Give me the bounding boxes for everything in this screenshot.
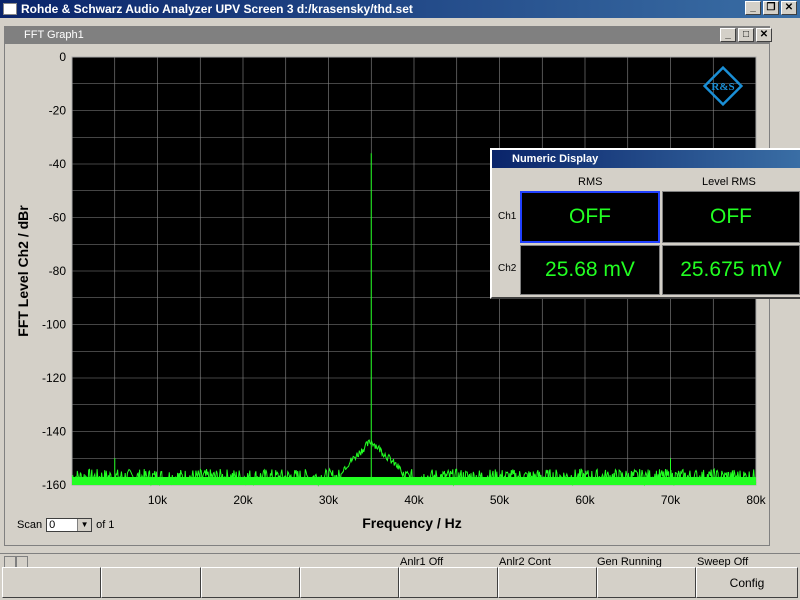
x-tick-label: 30k — [319, 493, 339, 507]
scan-label: Scan — [17, 519, 43, 531]
row-ch2-header: Ch2 — [498, 263, 517, 274]
x-tick-label: 20k — [233, 493, 253, 507]
y-tick-label: -120 — [42, 371, 66, 385]
numeric-display-titlebar: Numeric Display — [492, 150, 800, 168]
softkey-5[interactable] — [399, 567, 498, 598]
scan-of-label: of 1 — [96, 519, 115, 531]
col-level-rms-header: Level RMS — [702, 176, 756, 188]
rs-logo-text: R&S — [711, 81, 734, 93]
x-tick-label: 10k — [148, 493, 168, 507]
y-tick-label: -60 — [49, 211, 67, 225]
ch2-rms-cell[interactable]: 25.68 mV — [520, 245, 660, 295]
ch2-level-rms-cell[interactable]: 25.675 mV — [662, 245, 800, 295]
y-tick-label: -40 — [49, 157, 67, 171]
chevron-down-icon[interactable]: ▼ — [77, 519, 92, 531]
y-tick-label: -140 — [42, 425, 66, 439]
scan-row: Scan 0 ▼ of 1 — [17, 518, 114, 532]
y-tick-label: -100 — [42, 318, 66, 332]
softkey-4[interactable] — [300, 567, 399, 598]
y-tick-label: 0 — [59, 50, 66, 64]
softkey-6[interactable] — [498, 567, 597, 598]
ch1-level-rms-cell[interactable]: OFF — [662, 191, 800, 243]
y-tick-label: -160 — [42, 478, 66, 492]
softkey-1[interactable] — [2, 567, 101, 598]
x-tick-label: 70k — [661, 493, 681, 507]
x-tick-label: 60k — [575, 493, 595, 507]
numeric-display-window: Numeric Display RMS Level RMS Ch1 Ch2 OF… — [490, 148, 800, 299]
softkey-3[interactable] — [201, 567, 300, 598]
ch1-rms-cell[interactable]: OFF — [520, 191, 660, 243]
scan-value: 0 — [49, 519, 56, 531]
y-tick-label: -20 — [49, 104, 67, 118]
col-rms-header: RMS — [578, 176, 603, 188]
x-axis-label: Frequency / Hz — [362, 515, 462, 531]
x-tick-label: 50k — [490, 493, 510, 507]
x-tick-label: 40k — [404, 493, 424, 507]
softkey-2[interactable] — [101, 567, 201, 598]
softkey-7[interactable] — [597, 567, 696, 598]
x-tick-label: 80k — [746, 493, 766, 507]
y-axis-label: FFT Level Ch2 / dBr — [15, 205, 31, 337]
numeric-display-title: Numeric Display — [512, 153, 599, 165]
y-tick-label: -80 — [49, 264, 67, 278]
scan-select[interactable]: 0 ▼ — [46, 518, 93, 532]
config-softkey[interactable]: Config — [696, 567, 798, 598]
row-ch1-header: Ch1 — [498, 211, 517, 222]
